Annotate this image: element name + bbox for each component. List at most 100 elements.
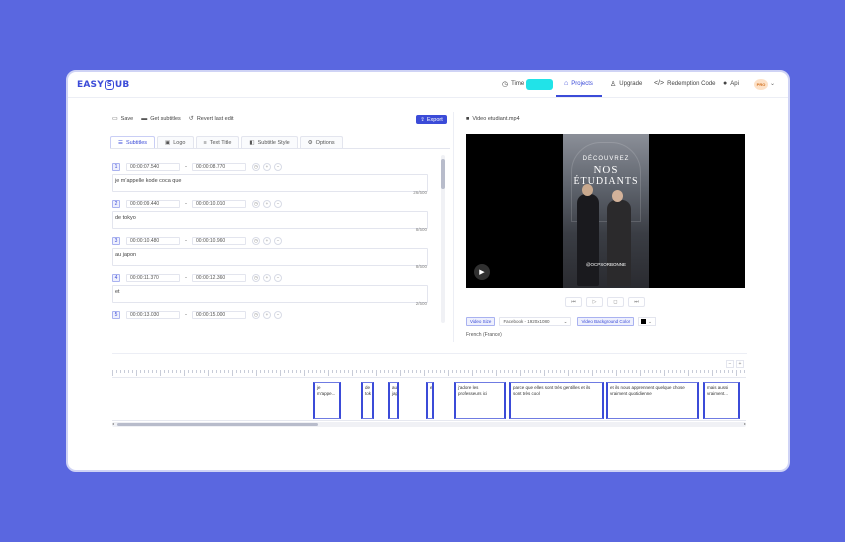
subtitle-number[interactable]: 1 [112, 162, 120, 171]
get-subtitles-button[interactable]: ▬ Get subtitles [141, 116, 181, 122]
delete-icon[interactable]: − [274, 310, 282, 319]
scrollbar-thumb[interactable] [441, 159, 445, 189]
time-separator: - [185, 237, 187, 244]
clock-icon[interactable]: ◷ [252, 273, 260, 282]
chevron-down-icon: ⌄ [648, 318, 652, 324]
end-time-input[interactable]: 00:00:08.770 [192, 162, 246, 171]
ruler-tick [488, 370, 489, 373]
ruler-tick [628, 370, 629, 373]
tab-subtitles[interactable]: ☰ Subtitles [110, 136, 156, 148]
skip-back-icon[interactable]: ⏮ [565, 297, 582, 307]
add-icon[interactable]: + [263, 162, 271, 171]
start-time-input[interactable]: 00:00:11.370 [126, 273, 180, 282]
zoom-out-icon[interactable]: − [726, 360, 734, 368]
logo[interactable]: EASY S UB [77, 80, 130, 90]
video-player[interactable]: DÉCOUVREZ NOS ÉTUDIANTS @OCPSORBONNE ▶ [466, 134, 745, 288]
timeline-segment[interactable]: je m'appe... [313, 382, 341, 419]
avatar[interactable]: PRO [754, 79, 768, 90]
add-icon[interactable]: + [263, 273, 271, 282]
ruler-tick [412, 370, 413, 373]
nav-api[interactable]: ● Api [723, 80, 739, 87]
ruler-tick [520, 370, 521, 376]
delete-icon[interactable]: − [274, 236, 282, 245]
bg-color-picker[interactable]: ⌄ [638, 317, 657, 326]
add-icon[interactable]: + [263, 199, 271, 208]
timeline-segment[interactable]: au jap [388, 382, 399, 419]
start-time-input[interactable]: 00:00:10.480 [126, 236, 180, 245]
subtitle-number[interactable]: 3 [112, 236, 120, 245]
clock-icon[interactable]: ◷ [252, 310, 260, 319]
delete-icon[interactable]: − [274, 273, 282, 282]
timeline-segment[interactable]: mais aussi vraiment... [703, 382, 740, 419]
ruler-tick [152, 370, 153, 373]
delete-icon[interactable]: − [274, 199, 282, 208]
video-size-value: Facebook - 1920x1080 [503, 319, 550, 324]
subtitle-scrollbar[interactable] [441, 155, 445, 323]
clock-icon[interactable]: ◷ [252, 236, 260, 245]
chevron-down-icon[interactable]: ⌄ [770, 80, 775, 87]
ruler-tick [268, 370, 269, 373]
ruler-tick [292, 370, 293, 373]
subtitle-number[interactable]: 2 [112, 199, 120, 208]
tab-options[interactable]: ⚙ Options [299, 136, 343, 148]
tab-subtitle-style[interactable]: ◧ Subtitle Style [241, 136, 298, 148]
ruler-tick [540, 370, 541, 373]
timeline-zoom: − + [726, 360, 744, 368]
end-time-input[interactable]: 00:00:10.010 [192, 199, 246, 208]
export-button[interactable]: ⇪ Export [416, 115, 447, 124]
save-button[interactable]: ▭ Save [112, 115, 133, 123]
pause-button[interactable]: ◻ [607, 297, 624, 307]
clock-icon[interactable]: ◷ [252, 199, 260, 208]
subtitle-text-field[interactable]: et 2/500 [112, 285, 428, 306]
nav-projects[interactable]: ⌂ Projects [564, 80, 593, 87]
timeline-segment[interactable]: et ils nous apprennent quelque chose vra… [606, 382, 699, 419]
ruler-tick [248, 370, 249, 373]
start-time-input[interactable]: 00:00:07.540 [126, 162, 180, 171]
play-button[interactable]: ▷ [586, 297, 603, 307]
add-icon[interactable]: + [263, 310, 271, 319]
delete-icon[interactable]: − [274, 162, 282, 171]
video-overlay-line1: DÉCOUVREZ [582, 156, 630, 162]
end-time-input[interactable]: 00:00:12.360 [192, 273, 246, 282]
tab-logo[interactable]: ▣ Logo [157, 136, 194, 148]
end-time-input[interactable]: 00:00:10.960 [192, 236, 246, 245]
timeline-segment[interactable]: j'adore les professeurs ici [454, 382, 506, 419]
ruler-tick [304, 370, 305, 376]
subtitle-number[interactable]: 4 [112, 273, 120, 282]
video-size-select[interactable]: Facebook - 1920x1080 ⌄ [499, 317, 572, 326]
revert-button[interactable]: ↺ Revert last edit [189, 115, 234, 123]
ruler-tick [524, 370, 525, 373]
ruler-tick [532, 370, 533, 373]
ruler-tick [252, 370, 253, 373]
start-time-input[interactable]: 00:00:09.440 [126, 199, 180, 208]
subtitle-text-field[interactable]: je m'appelle kode coca que 26/500 [112, 174, 428, 195]
ruler-tick [604, 370, 605, 373]
bg-color-label: Video Background Color [577, 317, 635, 326]
scroll-right-icon[interactable]: ▸ [744, 421, 746, 426]
play-icon[interactable]: ▶ [474, 264, 490, 280]
time-separator: - [185, 274, 187, 281]
start-time-input[interactable]: 00:00:13.030 [126, 310, 180, 319]
timeline-track[interactable]: je m'appe... de tok au jap et j'adore les pr… [112, 379, 746, 421]
timeline-segment[interactable]: et [426, 382, 434, 419]
add-icon[interactable]: + [263, 236, 271, 245]
timeline-scrollbar[interactable]: ◂ ▸ [112, 421, 746, 427]
time-separator: - [185, 163, 187, 170]
timeline-scrollbar-thumb[interactable] [117, 423, 318, 426]
timeline-ruler[interactable] [112, 370, 746, 378]
zoom-in-icon[interactable]: + [736, 360, 744, 368]
subtitle-text-field[interactable]: au japon 8/500 [112, 248, 428, 269]
subtitle-text-field[interactable]: de tokyo 8/500 [112, 211, 428, 232]
timeline-segment[interactable]: de tok [361, 382, 374, 419]
end-time-input[interactable]: 00:00:15.000 [192, 310, 246, 319]
timeline-segment[interactable]: parce que elles sont très gentilles et i… [509, 382, 604, 419]
timeline-divider [112, 353, 747, 354]
nav-redemption-code[interactable]: </> Redemption Code [654, 80, 716, 87]
nav-upgrade[interactable]: ♙ Upgrade [610, 80, 642, 88]
ruler-tick [536, 370, 537, 373]
tab-text-title[interactable]: ≡ Text Title [195, 136, 240, 148]
subtitle-number[interactable]: 5 [112, 310, 120, 319]
skip-forward-icon[interactable]: ⏭ [628, 297, 645, 307]
clock-icon[interactable]: ◷ [252, 162, 260, 171]
scroll-left-icon[interactable]: ◂ [112, 421, 114, 426]
